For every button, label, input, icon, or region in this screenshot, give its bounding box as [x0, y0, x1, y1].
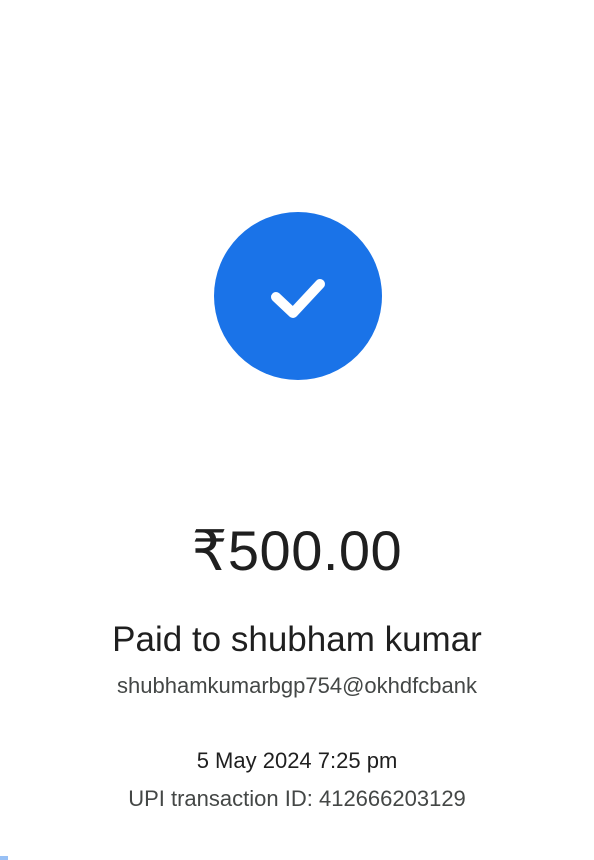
- transaction-datetime: 5 May 2024 7:25 pm: [196, 748, 398, 773]
- payment-amount: ₹500.00: [191, 519, 403, 582]
- upi-transaction-id-row: UPI transaction ID: 412666203129: [0, 785, 594, 813]
- bottom-edge-accent: [0, 856, 8, 860]
- upi-transaction-label: UPI transaction ID:: [128, 786, 313, 811]
- recipient-upi-id: shubhamkumarbgp754@okhdfcbank: [117, 673, 477, 698]
- recipient-name: Paid to shubham kumar: [112, 620, 482, 659]
- upi-transaction-id: 412666203129: [318, 786, 466, 811]
- check-icon: [271, 279, 325, 318]
- payment-success-screen: ₹500.00 Paid to shubham kumar shubhamkum…: [0, 0, 594, 860]
- success-circle: [214, 212, 382, 380]
